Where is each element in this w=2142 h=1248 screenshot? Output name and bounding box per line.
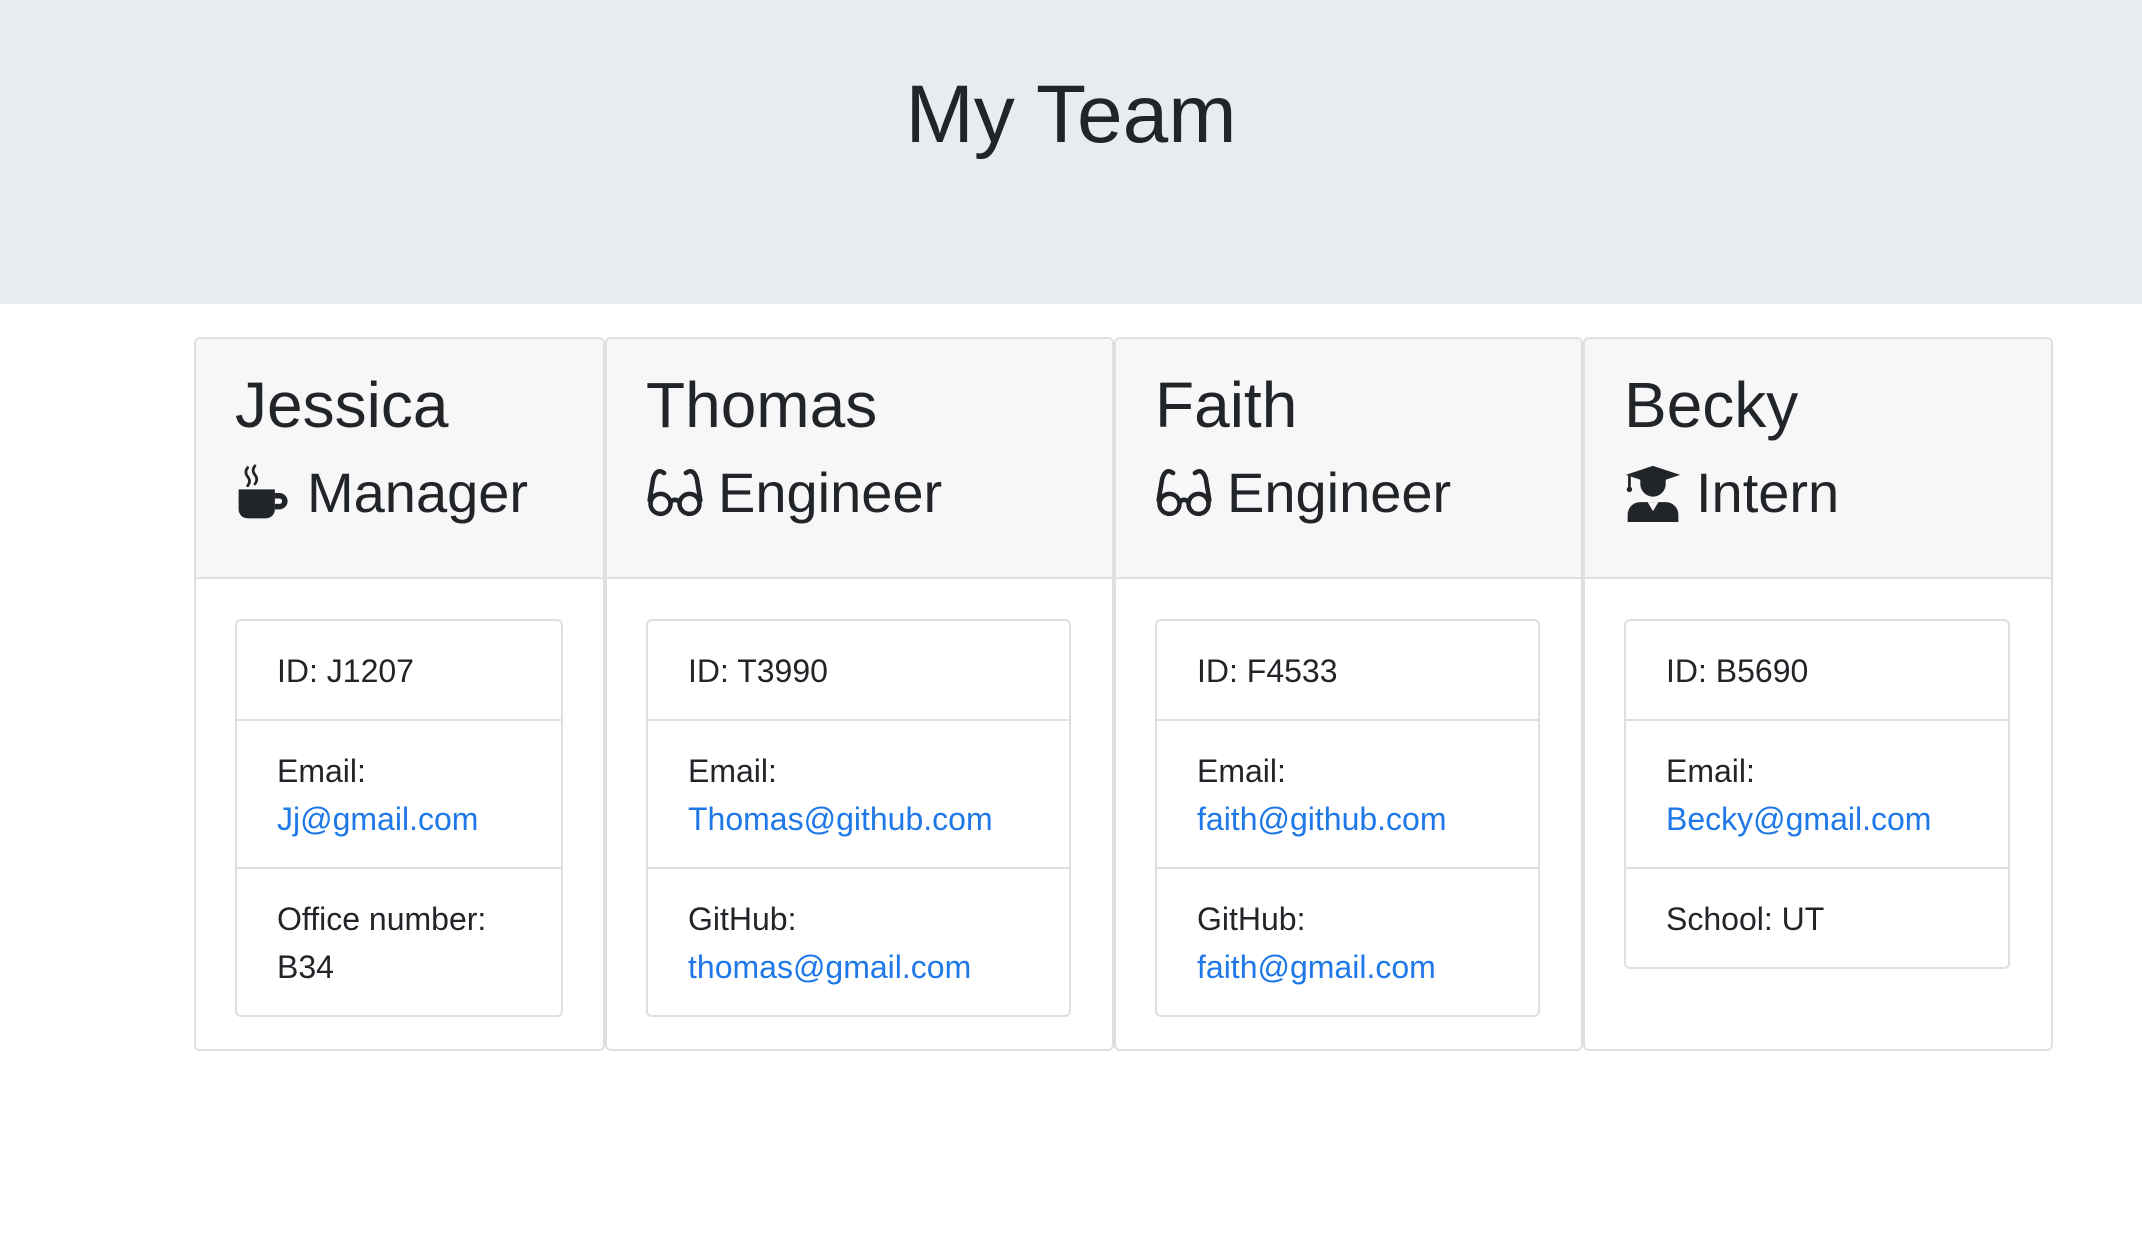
employee-card-becky: Becky Intern ID: B5690 Email: Becky@gmai… [1583, 337, 2053, 1051]
graduate-icon [1624, 464, 1682, 522]
glasses-icon [1155, 464, 1213, 522]
employee-role: Engineer [1155, 459, 1451, 526]
header-banner: My Team [0, 0, 2142, 304]
id-row: ID: T3990 [648, 621, 1069, 721]
employee-card-jessica: Jessica Manager ID: J1207 Email: Jj@gmai… [194, 337, 605, 1051]
employee-card-faith: Faith Engineer ID: F4533 Email: faith@gi… [1114, 337, 1583, 1051]
school-row: School: UT [1666, 901, 1825, 937]
employee-role: Engineer [646, 459, 942, 526]
mug-icon [235, 464, 293, 522]
card-header: Becky Intern [1585, 339, 2051, 579]
email-row: Email: faith@github.com [1157, 721, 1538, 869]
github-label: GitHub: [1197, 901, 1306, 937]
employee-details: ID: B5690 Email: Becky@gmail.com School:… [1624, 619, 2010, 969]
id-row: ID: B5690 [1626, 621, 2008, 721]
employee-name: Becky [1624, 369, 1799, 441]
github-row: GitHub: faith@gmail.com [1157, 869, 1538, 1015]
employee-role-label: Intern [1696, 461, 1840, 524]
email-label: Email: [1197, 753, 1286, 789]
office-number-row: Office number: B34 [237, 869, 561, 1015]
github-row: GitHub: thomas@gmail.com [648, 869, 1069, 1015]
employee-name: Thomas [646, 369, 878, 441]
card-header: Jessica Manager [196, 339, 603, 579]
employee-role-label: Engineer [1227, 461, 1452, 524]
employee-card-thomas: Thomas Engineer ID: T3990 Email: Thomas@… [605, 337, 1114, 1051]
email-row: Email: Becky@gmail.com [1626, 721, 2008, 869]
github-link[interactable]: thomas@gmail.com [688, 949, 971, 985]
employee-details: ID: T3990 Email: Thomas@github.com GitHu… [646, 619, 1071, 1017]
office-number-value: B34 [277, 949, 334, 985]
employee-name: Jessica [235, 369, 449, 441]
employee-role-label: Engineer [718, 461, 943, 524]
office-number-label: Office number: [277, 901, 487, 937]
employee-role-label: Manager [307, 461, 529, 524]
email-label: Email: [277, 753, 366, 789]
card-header: Thomas Engineer [607, 339, 1112, 579]
employee-role: Manager [235, 459, 528, 526]
glasses-icon [646, 464, 704, 522]
email-label: Email: [688, 753, 777, 789]
id-row: ID: J1207 [237, 621, 561, 721]
id-row: ID: F4533 [1157, 621, 1538, 721]
email-link[interactable]: Jj@gmail.com [277, 801, 478, 837]
email-label: Email: [1666, 753, 1755, 789]
email-link[interactable]: Thomas@github.com [688, 801, 993, 837]
employee-details: ID: J1207 Email: Jj@gmail.com Office num… [235, 619, 563, 1017]
card-header: Faith Engineer [1116, 339, 1581, 579]
email-row: Email: Thomas@github.com [648, 721, 1069, 869]
email-link[interactable]: Becky@gmail.com [1666, 801, 1931, 837]
github-link[interactable]: faith@gmail.com [1197, 949, 1436, 985]
employee-details: ID: F4533 Email: faith@github.com GitHub… [1155, 619, 1540, 1017]
page-title: My Team [905, 69, 1237, 160]
github-label: GitHub: [688, 901, 797, 937]
employee-name: Faith [1155, 369, 1298, 441]
email-link[interactable]: faith@github.com [1197, 801, 1447, 837]
email-row: Email: Jj@gmail.com [237, 721, 561, 869]
employee-role: Intern [1624, 459, 1839, 526]
